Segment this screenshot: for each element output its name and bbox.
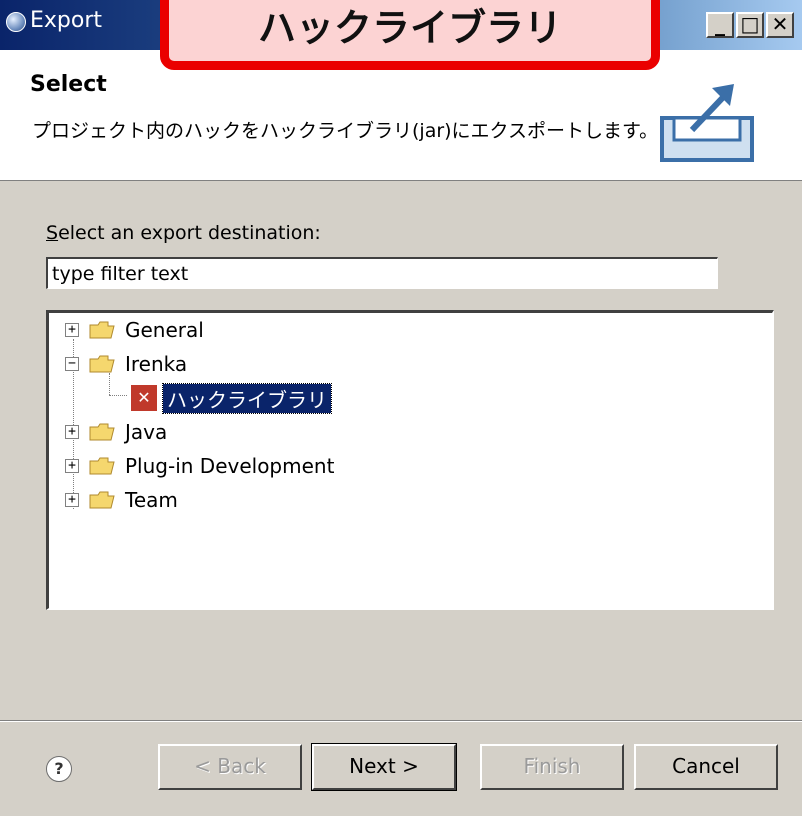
page-title: Select (30, 72, 107, 97)
export-icon (660, 84, 754, 162)
annotation-callout: ハックライブラリ (160, 0, 660, 70)
page-description: プロジェクト内のハックをハックライブラリ(jar)にエクスポートします。 (32, 120, 659, 142)
next-button[interactable]: Next > (311, 743, 457, 791)
finish-button[interactable]: Finish (480, 744, 624, 790)
tree-item-label: ハックライブラリ (162, 382, 332, 414)
expand-icon[interactable]: + (65, 425, 79, 439)
tree-item-label: Java (125, 420, 168, 444)
expand-icon[interactable]: + (65, 459, 79, 473)
cancel-button[interactable]: Cancel (634, 744, 778, 790)
close-button[interactable]: ✕ (766, 12, 794, 38)
hack-library-icon: ✕ (131, 385, 157, 411)
callout-text: ハックライブラリ (257, 6, 562, 50)
tree-item-label: Team (125, 488, 178, 512)
tree-item-general[interactable]: + General (65, 315, 204, 345)
export-destination-tree[interactable]: + General − Irenka ✕ ハックライブラリ + Java + P… (46, 310, 774, 610)
tree-item-label: Irenka (125, 352, 188, 376)
minimize-button[interactable]: _ (706, 12, 734, 38)
folder-icon (89, 423, 115, 441)
maximize-button[interactable]: □ (736, 12, 764, 38)
eclipse-icon (6, 12, 26, 32)
tree-connector (109, 395, 127, 396)
back-button[interactable]: < Back (158, 744, 302, 790)
export-dialog: Export _ □ ✕ ハックライブラリ Select プロジェクト内のハック… (0, 0, 802, 816)
window-title: Export (30, 8, 103, 33)
tree-item-team[interactable]: + Team (65, 485, 178, 515)
folder-open-icon (89, 355, 115, 373)
folder-icon (89, 321, 115, 339)
expand-icon[interactable]: + (65, 323, 79, 337)
tree-item-irenka[interactable]: − Irenka (65, 349, 187, 379)
tree-item-label: Plug-in Development (125, 454, 335, 478)
tree-item-java[interactable]: + Java (65, 417, 167, 447)
destination-label: Select an export destination: (46, 222, 321, 244)
button-bar-separator (0, 720, 802, 722)
folder-icon (89, 491, 115, 509)
tree-item-plugin-development[interactable]: + Plug-in Development (65, 451, 334, 481)
folder-icon (89, 457, 115, 475)
expand-icon[interactable]: + (65, 493, 79, 507)
tree-item-label: General (125, 318, 204, 342)
help-icon[interactable]: ? (46, 756, 72, 782)
filter-input[interactable] (46, 257, 718, 289)
collapse-icon[interactable]: − (65, 357, 79, 371)
tree-item-hack-library[interactable]: ✕ ハックライブラリ (131, 382, 332, 414)
